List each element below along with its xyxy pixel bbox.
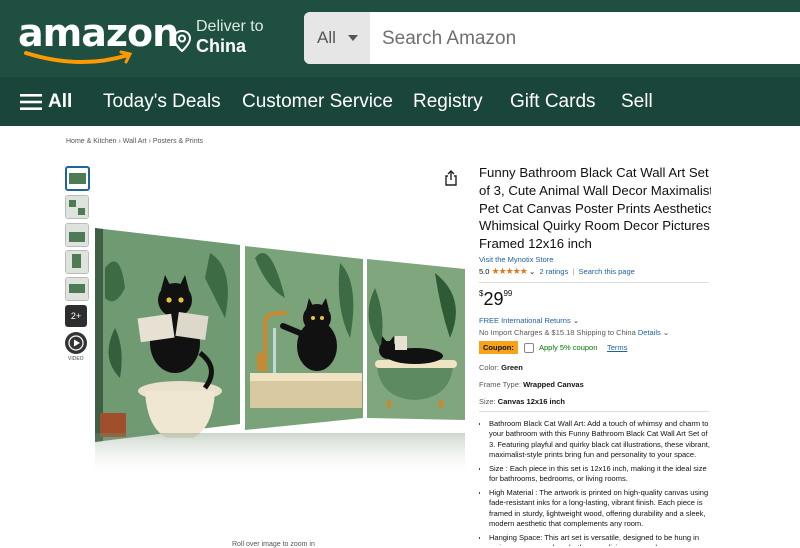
feature-bullet: Size : Each piece in this set is 12x16 i… <box>489 464 711 485</box>
top-header: amazon Deliver to China All <box>0 0 800 77</box>
product-title-line: Framed 12x16 inch <box>479 236 592 252</box>
thumbnail-3[interactable] <box>65 223 89 247</box>
frame-label: Frame Type: <box>479 379 521 389</box>
thumbnail-5[interactable] <box>65 277 89 301</box>
share-icon[interactable] <box>444 170 458 186</box>
import-charges: No Import Charges & $15.18 Shipping to C… <box>479 327 636 337</box>
thumbnail-4[interactable] <box>65 250 89 274</box>
color-label: Color: <box>479 362 500 372</box>
video-label: VIDEO <box>68 356 84 362</box>
frame-value: Wrapped Canvas <box>523 379 584 389</box>
product-title-line: Whimsical Quirky Room Decor Pictures <box>479 218 710 234</box>
canvas-panel-middle <box>245 246 363 430</box>
product-title: Funny Bathroom Black Cat Wall Art Set of… <box>479 164 711 253</box>
size-value: Canvas 12x16 inch <box>497 396 565 406</box>
rating-value: 5.0 <box>479 266 490 276</box>
color-value: Green <box>501 362 523 372</box>
nav-item-todays-deals[interactable]: Today's Deals <box>103 91 221 113</box>
search-page-link[interactable]: Search this page <box>579 267 635 276</box>
amazon-smile-icon <box>24 50 133 65</box>
chevron-down-icon: ⌄ <box>572 315 580 325</box>
video-button[interactable] <box>65 332 87 354</box>
chevron-down-icon: ⌄ <box>662 327 670 337</box>
canvas-panel-right <box>367 259 465 420</box>
ratings-link[interactable]: 2 ratings <box>539 267 568 276</box>
coupon-terms-link[interactable]: Terms <box>607 343 627 352</box>
color-attribute: Color: Green <box>479 363 711 372</box>
deliver-label: Deliver to <box>196 18 264 35</box>
product-title-line: Pet Cat Canvas Poster Prints Aesthetics <box>479 200 711 216</box>
coupon-badge: Coupon: <box>479 340 518 354</box>
feature-bullet: High Material : The artwork is printed o… <box>489 488 711 530</box>
nav-item-gift-cards[interactable]: Gift Cards <box>510 91 596 113</box>
product-title-line: Funny Bathroom Black Cat Wall Art Set <box>479 165 709 180</box>
coupon-row: Coupon: Apply 5% coupon Terms <box>479 340 711 355</box>
more-images-button[interactable]: 2+ <box>65 305 87 327</box>
feature-bullet: Hanging Space: This art set is versatile… <box>489 533 711 546</box>
price-whole: 29 <box>483 288 504 309</box>
deliver-country: China <box>196 36 247 56</box>
thumbnail-2[interactable] <box>65 195 89 219</box>
chevron-down-icon <box>348 35 358 41</box>
rating-row: 5.0 ★★★★★ ⌄ 2 ratings | Search this page <box>479 266 711 277</box>
nav-item-sell[interactable]: Sell <box>621 91 653 113</box>
search-input[interactable] <box>380 24 800 54</box>
amazon-logo[interactable]: amazon <box>18 14 179 52</box>
hamburger-menu-icon <box>20 94 42 110</box>
feature-bullets: Bathroom Black Cat Wall Art: Add a touch… <box>479 419 711 546</box>
divider <box>479 410 709 412</box>
size-attribute: Size: Canvas 12x16 inch <box>479 397 711 406</box>
search-category-label: All <box>317 28 336 47</box>
search-bar: All <box>304 12 800 64</box>
thumbnail-1[interactable] <box>65 166 90 191</box>
chevron-down-icon[interactable]: ⌄ <box>529 267 535 276</box>
star-rating-icon[interactable]: ★★★★★ <box>492 266 528 276</box>
main-product-image[interactable] <box>95 228 465 478</box>
feature-bullet: Bathroom Black Cat Wall Art: Add a touch… <box>489 419 711 461</box>
search-category-select[interactable]: All <box>304 12 370 64</box>
play-icon <box>68 335 84 351</box>
divider <box>479 281 709 283</box>
breadcrumb[interactable]: Home & Kitchen › Wall Art › Posters & Pr… <box>66 138 203 145</box>
separator: | <box>570 266 577 276</box>
free-returns-label: FREE International Returns <box>479 315 571 325</box>
canvas-panel-left <box>95 228 240 442</box>
price: $2999 <box>479 289 711 310</box>
shipping-info: No Import Charges & $15.18 Shipping to C… <box>479 328 711 337</box>
nav-all-label: All <box>48 91 73 112</box>
free-returns-link[interactable]: FREE International Returns ⌄ <box>479 316 711 325</box>
nav-item-registry[interactable]: Registry <box>413 91 483 113</box>
details-link[interactable]: Details <box>638 328 661 337</box>
product-title-line: of 3, Cute Animal Wall Decor Maximalist <box>479 182 711 198</box>
frame-attribute: Frame Type: Wrapped Canvas <box>479 380 711 389</box>
size-label: Size: <box>479 396 496 406</box>
price-fraction: 99 <box>503 288 513 298</box>
zoom-hint: Roll over image to zoom in <box>232 541 315 548</box>
location-pin-icon <box>172 30 192 52</box>
store-link[interactable]: Visit the Mynotix Store <box>479 255 711 264</box>
nav-item-customer-service[interactable]: Customer Service <box>242 91 393 113</box>
coupon-text[interactable]: Apply 5% coupon <box>539 343 597 352</box>
coupon-checkbox[interactable] <box>524 342 534 353</box>
product-info: Funny Bathroom Black Cat Wall Art Set of… <box>479 164 711 546</box>
nav-bar: All Today's Deals Customer Service Regis… <box>0 77 800 126</box>
